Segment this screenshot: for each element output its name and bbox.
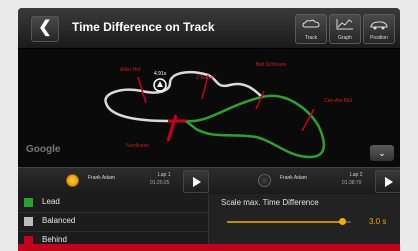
- map-marker-label: Z-Kurve: [196, 75, 214, 81]
- track-view-button[interactable]: Track: [295, 14, 327, 44]
- graph-icon: [336, 19, 353, 30]
- page-title: Time Difference on Track: [72, 20, 215, 34]
- map-marker-label: Can-Am Bild: [324, 98, 352, 104]
- track-map[interactable]: Allen Hof Z-Kurve Bell Schikane Can-Am B…: [18, 49, 400, 167]
- lap-radio-selected[interactable]: [66, 174, 79, 187]
- lap-driver: Frank Adam: [280, 175, 307, 181]
- map-watermark: Google: [26, 144, 61, 155]
- lap-item[interactable]: Frank Adam Lap 1 01:20:25: [18, 168, 209, 194]
- position-view-button[interactable]: Position: [363, 14, 395, 44]
- legend-label: Balanced: [42, 216, 76, 225]
- graph-view-button[interactable]: Graph: [329, 14, 361, 44]
- header-bar: ❮ Time Difference on Track Track Graph P…: [18, 8, 400, 49]
- lap-item[interactable]: Frank Adam Lap 2 01:38:70: [210, 168, 400, 194]
- legend-item: Lead: [18, 194, 208, 213]
- lead-swatch: [24, 198, 33, 207]
- track-view-label: Track: [304, 35, 318, 41]
- lap-time: 01:20:25: [150, 180, 170, 186]
- play-button[interactable]: [375, 170, 400, 193]
- lap-driver: Frank Adam: [88, 175, 115, 181]
- track-lines: Allen Hof Z-Kurve Bell Schikane Can-Am B…: [104, 62, 352, 159]
- legend-label: Lead: [42, 197, 60, 206]
- map-marker-label: Nordkurve: [126, 143, 149, 149]
- balanced-swatch: [24, 217, 33, 226]
- play-button[interactable]: [183, 170, 209, 193]
- lap-selector: Frank Adam Lap 1 01:20:25 Frank Adam Lap…: [18, 167, 400, 194]
- scale-title: Scale max. Time Difference: [221, 198, 319, 207]
- map-marker-label: Allen Hof: [120, 67, 141, 73]
- car-position-icon: [370, 21, 388, 30]
- lap-radio[interactable]: [258, 174, 271, 187]
- scale-value: 3.0 s: [369, 217, 387, 226]
- expand-button[interactable]: ⌄: [370, 145, 394, 161]
- cloud-track-icon: [302, 19, 320, 28]
- legend-label: Behind: [42, 235, 67, 244]
- chevron-left-icon: ❮: [38, 19, 52, 36]
- track-segment-lead: [185, 94, 325, 159]
- slider-knob[interactable]: [339, 218, 346, 225]
- lap-number: Lap 2: [350, 172, 363, 178]
- lap-number: Lap 1: [158, 172, 171, 178]
- app-window: ❮ Time Difference on Track Track Graph P…: [18, 8, 400, 251]
- graph-view-label: Graph: [338, 35, 352, 41]
- back-button[interactable]: ❮: [31, 16, 59, 42]
- legend-item: Balanced: [18, 213, 208, 232]
- chevron-down-icon: ⌄: [378, 148, 386, 158]
- car-time-label: 4.91s: [154, 71, 167, 77]
- legend: Lead Balanced Behind: [18, 194, 208, 251]
- map-marker-label: Bell Schikane: [256, 62, 287, 68]
- slider-track[interactable]: [227, 221, 343, 223]
- footer-bar: [18, 244, 400, 251]
- lap-time: 01:38:70: [342, 180, 362, 186]
- start-finish-marker: [166, 114, 178, 142]
- scale-panel: Scale max. Time Difference 3.0 s: [208, 194, 400, 244]
- track-segment-balanced: [104, 71, 263, 123]
- position-view-label: Position: [370, 35, 388, 41]
